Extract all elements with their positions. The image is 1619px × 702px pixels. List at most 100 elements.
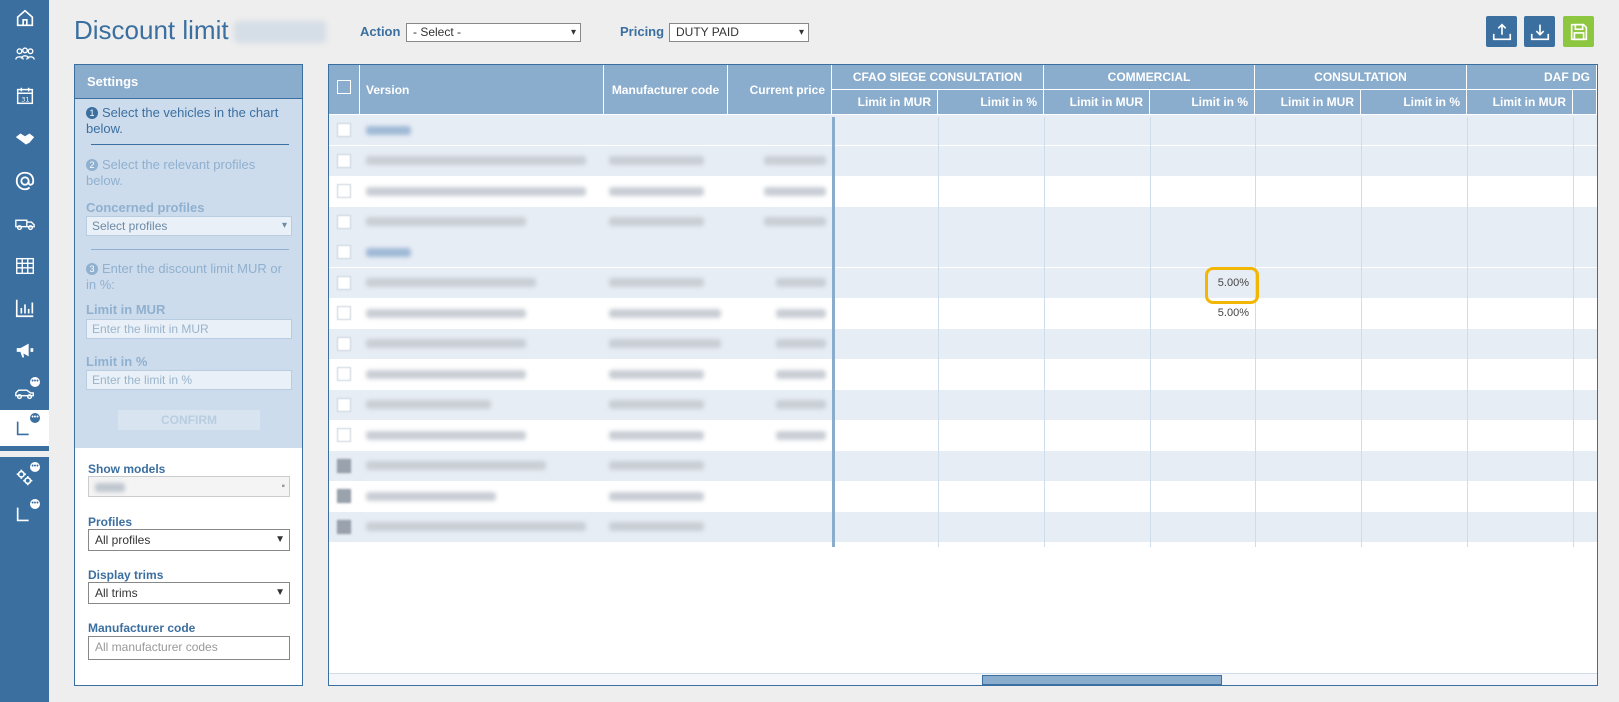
nav-separator (0, 451, 49, 457)
pricing-select[interactable]: DUTY PAID ▾ (669, 23, 809, 42)
header-consultation-limit-mur[interactable]: Limit in MUR (1255, 90, 1361, 115)
concerned-profiles-label: Concerned profiles (86, 200, 205, 215)
table-row[interactable] (329, 481, 1597, 511)
row-checkbox[interactable] (337, 306, 351, 320)
confirm-button[interactable]: CONFIRM (118, 410, 260, 430)
table-row[interactable] (329, 176, 1597, 206)
cell-commercial-limit-pct[interactable] (1150, 329, 1255, 359)
chat-badge-icon: ••• (29, 376, 41, 388)
scrollbar-thumb[interactable] (982, 675, 1222, 685)
row-checkbox[interactable] (337, 153, 351, 168)
table-row[interactable] (329, 359, 1597, 389)
cell-current-price-redacted (728, 268, 832, 298)
row-checkbox[interactable] (337, 245, 351, 259)
header-daf-limit-mur[interactable]: Limit in MUR (1467, 90, 1573, 115)
limit-mur-label: Limit in MUR (86, 302, 166, 317)
import-button[interactable] (1524, 16, 1555, 47)
cell-commercial-limit-pct[interactable] (1150, 207, 1255, 237)
divider (91, 249, 289, 250)
table-row[interactable] (329, 389, 1597, 420)
header-commercial-limit-mur[interactable]: Limit in MUR (1044, 90, 1150, 115)
nav-stats[interactable] (0, 290, 49, 326)
table-row[interactable]: 5.00% (329, 267, 1597, 298)
nav-chart-chat[interactable]: ••• (0, 496, 49, 532)
show-models-label: Show models (88, 462, 166, 476)
row-checkbox[interactable] (337, 489, 351, 503)
manufacturer-code-input[interactable]: All manufacturer codes (88, 636, 290, 660)
row-checkbox[interactable] (337, 367, 351, 381)
nav-car-chat[interactable]: ••• (0, 374, 49, 410)
action-select[interactable]: - Select - ▾ (406, 23, 581, 42)
row-checkbox[interactable] (337, 214, 351, 229)
row-checkbox[interactable] (337, 397, 351, 412)
profiles-select[interactable]: All profiles ▼ (88, 529, 290, 551)
step-2: 2 Select the relevant profiles below. (86, 157, 256, 188)
cell-commercial-limit-pct[interactable] (1150, 237, 1255, 267)
nav-email[interactable] (0, 163, 49, 199)
nav-discount-limit[interactable]: ••• (0, 410, 49, 446)
group-row[interactable] (329, 237, 1597, 267)
row-checkbox[interactable] (337, 184, 351, 198)
cell-commercial-limit-pct[interactable] (1150, 481, 1255, 511)
cell-commercial-limit-pct[interactable] (1150, 115, 1255, 145)
nav-deals[interactable] (0, 121, 49, 157)
nav-calendar[interactable]: 31 (0, 78, 49, 114)
table-row[interactable] (329, 511, 1597, 542)
nav-settings[interactable]: ••• (0, 459, 49, 495)
horizontal-scrollbar[interactable] (329, 673, 1597, 685)
concerned-profiles-select[interactable]: Select profiles ▾ (86, 216, 292, 236)
profiles-value: All profiles (95, 533, 151, 547)
cell-commercial-limit-pct[interactable] (1150, 420, 1255, 450)
cell-version-redacted (366, 512, 602, 542)
nav-vehicles[interactable] (0, 205, 49, 241)
people-icon (14, 47, 35, 60)
cell-commercial-limit-pct[interactable] (1150, 146, 1255, 176)
header-current-price[interactable]: Current price (728, 65, 832, 115)
show-models-select[interactable]: ▪ (88, 476, 290, 497)
export-button[interactable] (1486, 16, 1517, 47)
divider (91, 144, 289, 145)
cell-version-redacted (366, 298, 602, 328)
table-row[interactable] (329, 206, 1597, 237)
cell-version-redacted (366, 146, 602, 176)
nav-table[interactable] (0, 248, 49, 284)
step-number-icon: 2 (86, 159, 98, 171)
save-icon (1570, 23, 1587, 40)
row-checkbox[interactable] (337, 519, 351, 534)
select-all-checkbox[interactable] (337, 80, 351, 94)
limit-pct-input[interactable]: Enter the limit in % (86, 370, 292, 390)
header-manufacturer-code[interactable]: Manufacturer code (604, 65, 728, 115)
table-row[interactable]: 5.00% (329, 298, 1597, 328)
header-cfao-limit-pct[interactable]: Limit in % (938, 90, 1044, 115)
header-cfao-limit-mur[interactable]: Limit in MUR (832, 90, 938, 115)
table-row[interactable] (329, 420, 1597, 450)
row-checkbox[interactable] (337, 123, 351, 137)
row-checkbox[interactable] (337, 428, 351, 442)
header-version[interactable]: Version (360, 65, 604, 115)
header-consultation-limit-pct[interactable]: Limit in % (1361, 90, 1467, 115)
nav-campaigns[interactable] (0, 332, 49, 368)
cell-commercial-limit-pct[interactable] (1150, 512, 1255, 542)
table-row[interactable] (329, 328, 1597, 359)
nav-home[interactable] (0, 0, 49, 36)
row-checkbox[interactable] (337, 275, 351, 290)
save-button[interactable] (1563, 16, 1594, 47)
table-row[interactable] (329, 145, 1597, 176)
cell-commercial-limit-pct[interactable] (1150, 176, 1255, 206)
row-checkbox[interactable] (337, 336, 351, 351)
row-checkbox[interactable] (337, 458, 351, 473)
cell-commercial-limit-pct[interactable] (1150, 451, 1255, 481)
column-line (1361, 117, 1362, 547)
cell-commercial-limit-pct[interactable] (1150, 390, 1255, 420)
chevron-down-icon: ▾ (570, 27, 576, 38)
import-icon (1530, 24, 1549, 40)
limit-mur-input[interactable]: Enter the limit in MUR (86, 319, 292, 339)
table-row[interactable] (329, 450, 1597, 481)
cell-commercial-limit-pct[interactable] (1150, 359, 1255, 389)
display-trims-select[interactable]: All trims ▼ (88, 582, 290, 604)
group-row[interactable] (329, 115, 1597, 145)
header-group-consultation: CONSULTATION (1255, 65, 1467, 90)
nav-people[interactable] (0, 36, 49, 72)
cell-version-redacted (366, 176, 602, 206)
header-commercial-limit-pct[interactable]: Limit in % (1150, 90, 1255, 115)
